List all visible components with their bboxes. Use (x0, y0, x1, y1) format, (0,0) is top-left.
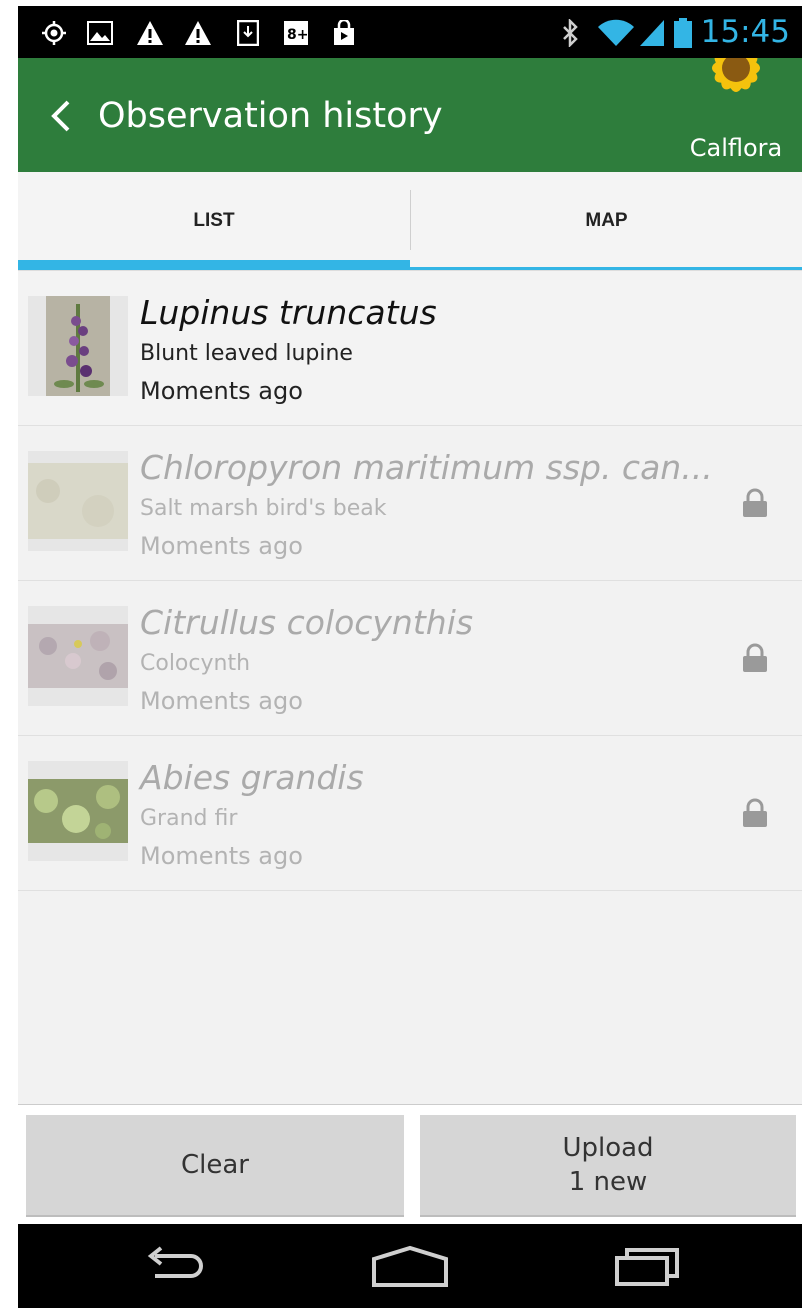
observation-thumbnail (28, 761, 128, 861)
tab-selected-indicator (18, 260, 410, 270)
recents-icon[interactable] (608, 1238, 688, 1294)
home-icon[interactable] (370, 1238, 450, 1294)
navigation-bar (18, 1224, 802, 1308)
battery-icon (672, 18, 694, 48)
lock-icon (742, 643, 768, 673)
observation-thumbnail (28, 296, 128, 396)
upload-label: Upload (562, 1133, 654, 1163)
calflora-logo: Calflora (676, 44, 796, 170)
observation-time: Moments ago (140, 687, 303, 715)
observation-thumbnail (28, 451, 128, 551)
common-name: Grand fir (140, 806, 238, 831)
page-title[interactable]: Observation history (98, 96, 443, 136)
status-bar: 8+ 15:45 (18, 6, 802, 58)
logo-text: Calflora (689, 134, 783, 162)
back-arrow-icon[interactable] (46, 96, 74, 141)
google-plus-icon: 8+ (282, 19, 310, 47)
upload-button[interactable]: Upload 1 new (420, 1115, 796, 1217)
common-name: Blunt leaved lupine (140, 341, 353, 366)
signal-icon (638, 19, 666, 47)
scientific-name: Chloropyron maritimum ssp. can... (140, 448, 713, 487)
scientific-name: Abies grandis (140, 758, 364, 797)
tab-underline (410, 267, 802, 270)
list-item[interactable]: Lupinus truncatus Blunt leaved lupine Mo… (18, 271, 802, 426)
scientific-name: Lupinus truncatus (140, 293, 437, 332)
sunflower-icon (712, 44, 760, 92)
tab-list[interactable]: LIST (18, 172, 410, 270)
upload-count: 1 new (568, 1167, 648, 1197)
observation-list: Lupinus truncatus Blunt leaved lupine Mo… (18, 271, 802, 891)
observation-time: Moments ago (140, 532, 303, 560)
image-icon (86, 19, 114, 47)
scientific-name: Citrullus colocynthis (140, 603, 474, 642)
wifi-icon (596, 19, 636, 47)
warning-icon (136, 19, 164, 47)
phone-screen: 8+ 15:45 Observation history Calflora LI… (18, 6, 802, 1308)
download-icon (234, 19, 262, 47)
tab-bar: LIST MAP (18, 172, 802, 271)
action-bar: Observation history Calflora (18, 44, 802, 172)
back-icon[interactable] (136, 1238, 216, 1294)
tab-map[interactable]: MAP (411, 172, 802, 270)
clear-button[interactable]: Clear (26, 1115, 404, 1217)
observation-time: Moments ago (140, 377, 303, 405)
bluetooth-icon (556, 19, 584, 47)
warning-icon (184, 19, 212, 47)
common-name: Colocynth (140, 651, 251, 676)
list-item[interactable]: Citrullus colocynthis Colocynth Moments … (18, 581, 802, 736)
lock-icon (742, 798, 768, 828)
list-item[interactable]: Chloropyron maritimum ssp. can... Salt m… (18, 426, 802, 581)
svg-text:8+: 8+ (287, 27, 308, 43)
shopping-bag-icon (330, 19, 358, 47)
common-name: Salt marsh bird's beak (140, 496, 387, 521)
button-bar: Clear Upload 1 new (18, 1104, 802, 1225)
lock-icon (742, 488, 768, 518)
list-item[interactable]: Abies grandis Grand fir Moments ago (18, 736, 802, 891)
observation-time: Moments ago (140, 842, 303, 870)
location-icon (40, 19, 68, 47)
observation-thumbnail (28, 606, 128, 706)
clock: 15:45 (700, 14, 790, 50)
